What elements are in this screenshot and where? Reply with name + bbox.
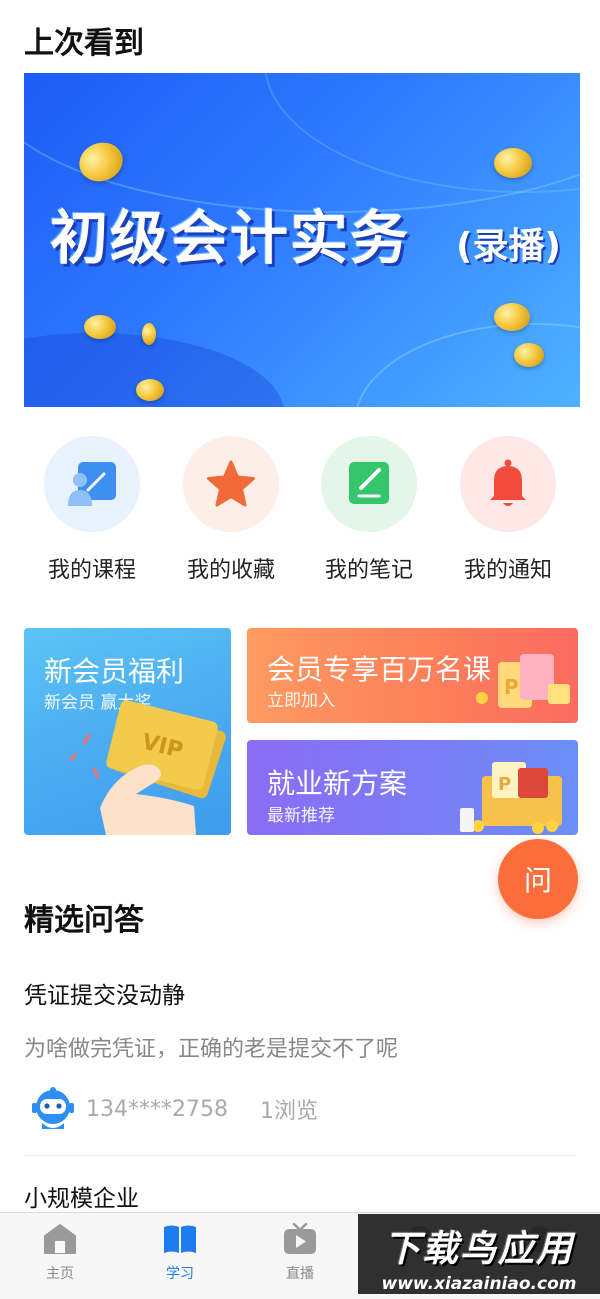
coin-decoration	[494, 303, 530, 331]
card-subtitle: 立即加入	[267, 691, 335, 711]
coin-decoration	[494, 148, 532, 178]
quick-link-label: 我的收藏	[186, 558, 275, 583]
banner-subtitle: (录播)	[456, 226, 561, 267]
card-subtitle: 最新推荐	[267, 806, 335, 826]
banner-wave	[354, 323, 580, 407]
card-title: 就业新方案	[267, 767, 408, 800]
tv-play-icon	[284, 1222, 316, 1254]
quick-link-label: 我的笔记	[324, 558, 413, 583]
quick-link-my-notifications[interactable]: 我的通知	[458, 436, 558, 584]
gift-illustration: P	[476, 654, 570, 708]
avatar	[28, 1085, 78, 1133]
coin-decoration	[136, 379, 164, 401]
coin-decoration	[84, 315, 116, 339]
course-icon	[44, 436, 140, 532]
employment-plan-card[interactable]: 就业新方案 最新推荐 P	[247, 740, 578, 835]
tab-home[interactable]: 主页	[20, 1223, 100, 1283]
qa-question: 小规模企业	[24, 1186, 139, 1212]
watermark-title: 下载鸟应用	[383, 1229, 574, 1270]
vip-card-hand-illustration: VIP	[68, 700, 226, 835]
tab-live[interactable]: 直播	[260, 1222, 340, 1283]
bell-icon	[460, 436, 556, 532]
banner-title: 初级会计实务	[50, 204, 411, 272]
last-watched-title: 上次看到	[24, 26, 144, 61]
quick-link-label: 我的课程	[47, 558, 136, 583]
ask-question-button[interactable]: 问	[498, 839, 578, 919]
watermark-url: www.xiazainiao.com	[381, 1274, 577, 1294]
tab-label: 学习	[166, 1266, 194, 1282]
quick-link-my-courses[interactable]: 我的课程	[42, 436, 142, 584]
qa-meta: 134****2758 1浏览	[28, 1087, 318, 1131]
star-icon	[183, 436, 279, 532]
new-member-benefits-card[interactable]: 新会员福利 新会员 赢大奖 VIP	[24, 628, 231, 835]
tab-study[interactable]: 学习	[140, 1223, 220, 1283]
qa-views: 1浏览	[259, 1099, 318, 1124]
vip-courses-card[interactable]: 会员专享百万名课 立即加入 P	[247, 628, 578, 723]
quick-link-my-favorites[interactable]: 我的收藏	[181, 436, 281, 584]
card-title: 会员专享百万名课	[267, 653, 492, 686]
envelope-coins-illustration: P	[460, 762, 562, 834]
quick-link-my-notes[interactable]: 我的笔记	[319, 436, 419, 584]
featured-qa-title: 精选问答	[24, 903, 144, 938]
svg-text:P: P	[504, 675, 519, 699]
svg-text:P: P	[498, 774, 511, 795]
coin-decoration	[142, 323, 156, 345]
home-icon	[44, 1224, 76, 1254]
watermark: 下载鸟应用 www.xiazainiao.com	[358, 1214, 600, 1294]
last-watched-banner[interactable]: 初级会计实务 (录播)	[24, 73, 580, 407]
qa-user: 134****2758	[86, 1096, 228, 1122]
qa-question: 凭证提交没动静	[24, 983, 185, 1009]
qa-detail: 为啥做完凭证，正确的老是提交不了呢	[24, 1037, 399, 1062]
tab-label: 直播	[286, 1266, 314, 1282]
book-icon	[164, 1225, 196, 1253]
tab-label: 主页	[46, 1266, 74, 1282]
divider	[24, 1155, 576, 1156]
note-icon	[321, 436, 417, 532]
quick-link-label: 我的通知	[463, 558, 552, 583]
coin-decoration	[514, 343, 544, 367]
